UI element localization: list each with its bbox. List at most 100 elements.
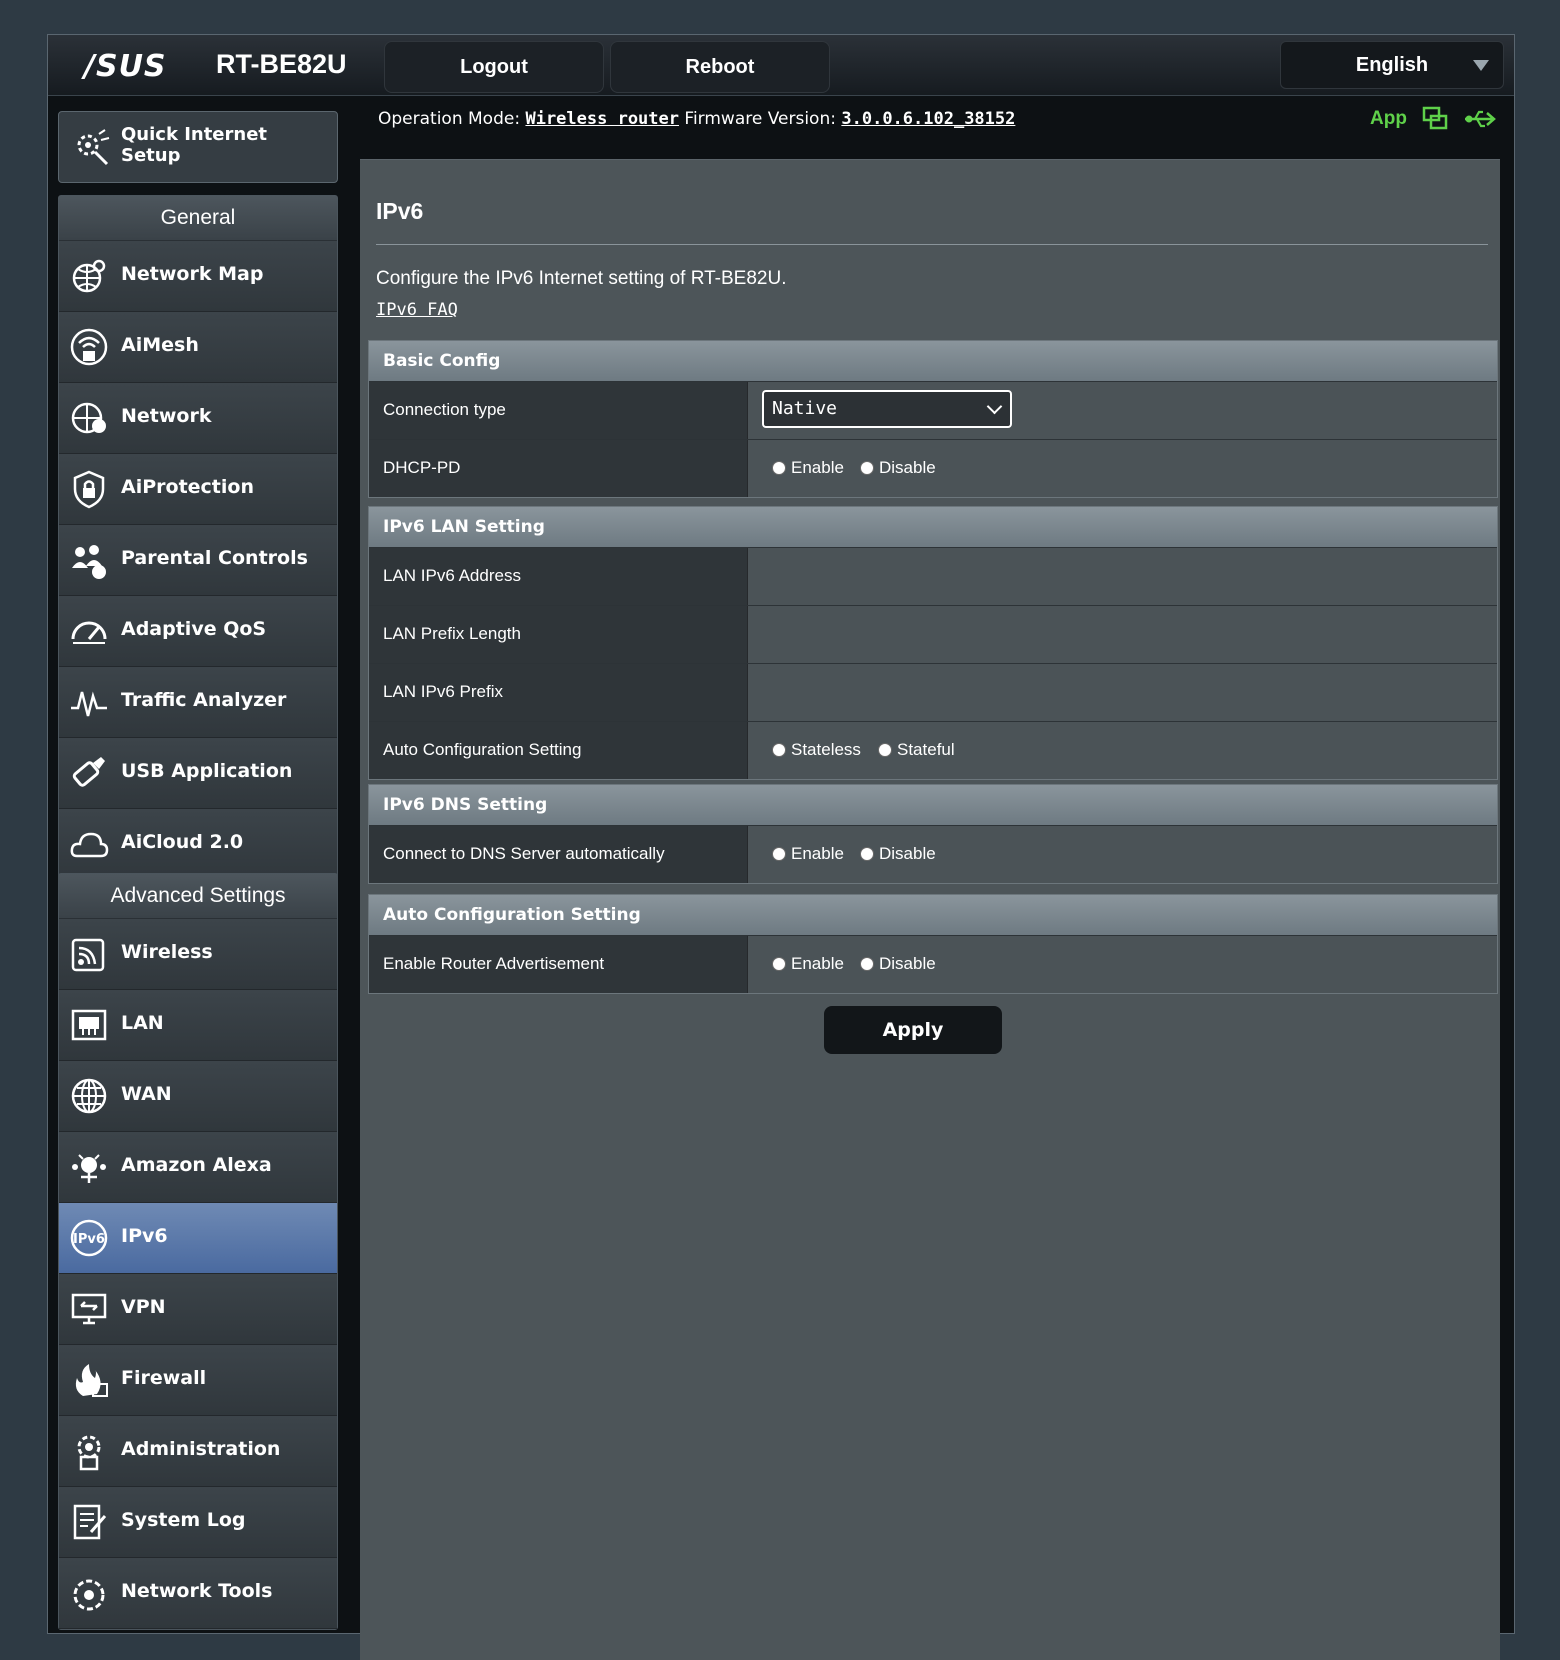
radio-label: Disable: [879, 844, 936, 863]
ipv6-icon: IPv6: [70, 1219, 108, 1257]
asus-logo[interactable]: /SUS: [84, 49, 167, 84]
firewall-icon: [75, 1364, 108, 1397]
sidebar-item-wan[interactable]: WAN: [59, 1061, 337, 1132]
sidebar-item-network[interactable]: Network: [59, 383, 337, 454]
status-icons: App: [1370, 105, 1497, 133]
sidebar-item-adaptive-qos[interactable]: Adaptive QoS: [59, 596, 337, 667]
sidebar-item-aiprotection[interactable]: AiProtection: [59, 454, 337, 525]
cloud-icon: [70, 832, 109, 858]
dns-auto-row: Connect to DNS Server automatically Enab…: [369, 825, 1497, 883]
apply-button[interactable]: Apply: [824, 1006, 1002, 1054]
wireless-icon: [71, 938, 105, 972]
reboot-button[interactable]: Reboot: [610, 41, 830, 93]
lan-ipv6-prefix-row: LAN IPv6 Prefix: [369, 663, 1497, 721]
sidebar-item-vpn[interactable]: VPN: [59, 1274, 337, 1345]
radio-label: Enable: [791, 954, 844, 973]
radio-label: Enable: [791, 458, 844, 477]
row-label: LAN IPv6 Address: [369, 548, 747, 605]
row-label: LAN Prefix Length: [369, 606, 747, 663]
sidebar-item-label: Parental Controls: [121, 547, 308, 569]
sidebar-item-wireless[interactable]: Wireless: [59, 919, 337, 990]
sidebar-item-network-tools[interactable]: Network Tools: [59, 1558, 337, 1629]
lan-prefix-length-value: [747, 606, 1497, 663]
sidebar-item-label: AiCloud 2.0: [121, 831, 244, 853]
sidebar-item-parental-controls[interactable]: Parental Controls: [59, 525, 337, 596]
sidebar-item-label: Network Map: [121, 263, 264, 285]
sidebar-item-label: IPv6: [121, 1225, 168, 1247]
firmware-label: Firmware Version:: [684, 109, 836, 129]
radio-label: Stateful: [897, 740, 955, 759]
administration-icon: [77, 1435, 101, 1471]
connection-type-select[interactable]: Native: [762, 390, 1012, 428]
top-bar: /SUS RT-BE82U Logout Reboot English: [48, 35, 1514, 96]
sidebar-item-administration[interactable]: Administration: [59, 1416, 337, 1487]
logout-button[interactable]: Logout: [384, 41, 604, 93]
stateless-radio[interactable]: Stateless: [772, 740, 861, 760]
quick-internet-setup-button[interactable]: Quick Internet Setup: [58, 111, 338, 183]
op-mode-label: Operation Mode:: [378, 109, 521, 129]
sidebar-item-aicloud-2-0[interactable]: AiCloud 2.0: [59, 809, 337, 880]
sidebar-item-network-map[interactable]: Network Map: [59, 241, 337, 312]
radio-icon: [772, 847, 786, 861]
sidebar-item-label: WAN: [121, 1083, 172, 1105]
usb-status-icon[interactable]: [1463, 105, 1497, 133]
language-select[interactable]: English: [1280, 41, 1504, 89]
row-label: Connection type: [369, 382, 747, 439]
wan-icon: [71, 1078, 107, 1114]
sidebar-item-label: Wireless: [121, 941, 213, 963]
row-label: LAN IPv6 Prefix: [369, 664, 747, 721]
dns-enable-radio[interactable]: Enable: [772, 844, 844, 864]
section-header: Auto Configuration Setting: [369, 895, 1497, 935]
radio-icon: [860, 461, 874, 475]
lan-ipv6-address-row: LAN IPv6 Address: [369, 547, 1497, 605]
sidebar-item-label: Network: [121, 405, 212, 427]
chevron-down-icon: [986, 398, 1003, 415]
sidebar-item-usb-application[interactable]: USB Application: [59, 738, 337, 809]
dhcp-pd-enable-radio[interactable]: Enable: [772, 458, 844, 478]
general-heading: General: [59, 196, 337, 241]
sidebar-item-firewall[interactable]: Firewall: [59, 1345, 337, 1416]
firmware-link[interactable]: 3.0.0.6.102_38152: [841, 109, 1015, 129]
lan-ipv6-prefix-value: [747, 664, 1497, 721]
lan-ipv6-address-value: [747, 548, 1497, 605]
dhcp-pd-disable-radio[interactable]: Disable: [860, 458, 936, 478]
advanced-heading: Advanced Settings: [59, 874, 337, 919]
sidebar-item-system-log[interactable]: System Log: [59, 1487, 337, 1558]
radio-icon: [772, 461, 786, 475]
row-label: DHCP-PD: [369, 440, 747, 497]
app-link[interactable]: App: [1370, 108, 1407, 130]
row-label: Connect to DNS Server automatically: [369, 826, 747, 883]
parental-controls-icon: [72, 545, 106, 579]
stateful-radio[interactable]: Stateful: [878, 740, 955, 760]
dhcp-pd-row: DHCP-PD Enable Disable: [369, 439, 1497, 497]
sidebar-item-label: LAN: [121, 1012, 164, 1034]
dns-disable-radio[interactable]: Disable: [860, 844, 936, 864]
radio-icon: [878, 743, 892, 757]
sidebar-item-label: VPN: [121, 1296, 166, 1318]
sidebar-item-label: Administration: [121, 1438, 281, 1460]
page-title: IPv6: [376, 198, 424, 224]
connection-type-row: Connection type Native: [369, 381, 1497, 439]
radio-icon: [860, 957, 874, 971]
ipv6-faq-link[interactable]: IPv6 FAQ: [376, 300, 458, 320]
aimesh-icon: [70, 328, 108, 366]
ra-disable-radio[interactable]: Disable: [860, 954, 936, 974]
sidebar-item-lan[interactable]: LAN: [59, 990, 337, 1061]
sidebar-item-label: AiProtection: [121, 476, 254, 498]
sidebar-item-ipv6[interactable]: IPv6 IPv6: [59, 1203, 337, 1274]
op-mode-link[interactable]: Wireless router: [525, 109, 679, 129]
sidebar-item-amazon-alexa[interactable]: Amazon Alexa: [59, 1132, 337, 1203]
network-status-icon[interactable]: [1421, 105, 1449, 133]
radio-label: Disable: [879, 954, 936, 973]
sidebar-item-aimesh[interactable]: AiMesh: [59, 312, 337, 383]
radio-icon: [772, 957, 786, 971]
sidebar-item-traffic-analyzer[interactable]: Traffic Analyzer: [59, 667, 337, 738]
connection-type-value: Native: [772, 398, 838, 419]
svg-text:IPv6: IPv6: [73, 1232, 105, 1247]
section-header: IPv6 DNS Setting: [369, 785, 1497, 825]
page-description: Configure the IPv6 Internet setting of R…: [376, 268, 787, 289]
ra-enable-radio[interactable]: Enable: [772, 954, 844, 974]
sidebar-item-label: System Log: [121, 1509, 246, 1531]
vpn-icon: [71, 1293, 107, 1325]
alexa-icon: [72, 1154, 106, 1183]
